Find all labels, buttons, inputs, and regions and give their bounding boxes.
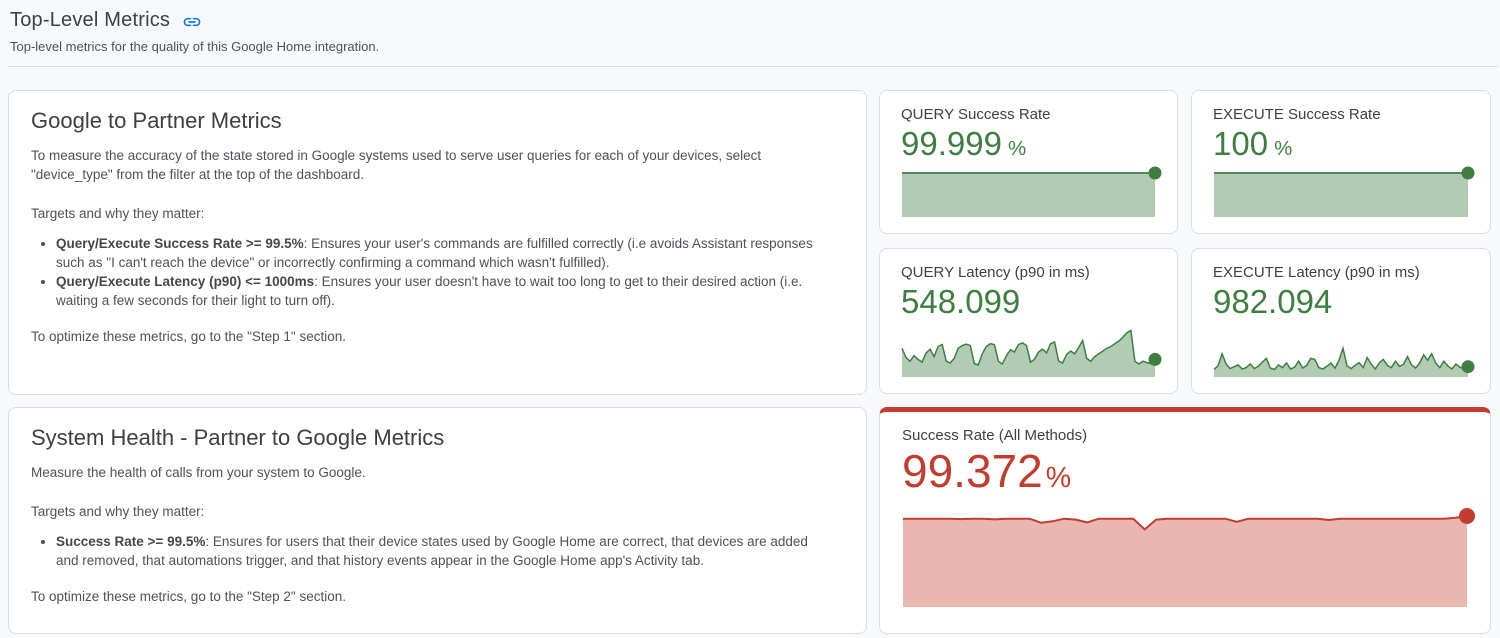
card-footer-note: To optimize these metrics, go to the "St… bbox=[31, 587, 844, 606]
card-title: System Health - Partner to Google Metric… bbox=[31, 425, 844, 451]
metric-value: 100% bbox=[1213, 126, 1469, 163]
metric-grid: QUERY Success Rate 99.999% EXECUTE Succe… bbox=[879, 90, 1491, 394]
all-methods-success-rate-sparkline bbox=[902, 514, 1468, 607]
card-footer-note: To optimize these metrics, go to the "St… bbox=[31, 327, 844, 346]
metric-label: Success Rate (All Methods) bbox=[902, 427, 1468, 444]
metrics-column: QUERY Success Rate 99.999% EXECUTE Succe… bbox=[879, 90, 1491, 634]
metric-unit: % bbox=[1008, 137, 1026, 160]
info-column: Google to Partner Metrics To measure the… bbox=[8, 90, 867, 634]
metric-label: EXECUTE Success Rate bbox=[1213, 106, 1469, 123]
metric-unit: % bbox=[1046, 462, 1071, 494]
metric-label: QUERY Latency (p90 in ms) bbox=[901, 264, 1156, 281]
execute-success-rate-sparkline bbox=[1213, 171, 1469, 217]
metric-unit: % bbox=[1274, 137, 1292, 160]
metric-value: 99.999% bbox=[901, 126, 1156, 163]
metric-card-execute-latency: EXECUTE Latency (p90 in ms) 982.094 bbox=[1191, 248, 1491, 394]
metric-card-query-latency: QUERY Latency (p90 in ms) 548.099 bbox=[879, 248, 1178, 394]
targets-label: Targets and why they matter: bbox=[31, 502, 844, 521]
anchor-link-icon[interactable] bbox=[182, 12, 202, 32]
targets-list: Success Rate >= 99.5%: Ensures for users… bbox=[31, 532, 831, 570]
list-item: Success Rate >= 99.5%: Ensures for users… bbox=[56, 532, 831, 570]
page-subtitle: Top-level metrics for the quality of thi… bbox=[10, 39, 1488, 54]
card-intro: To measure the accuracy of the state sto… bbox=[31, 146, 844, 184]
metric-label: EXECUTE Latency (p90 in ms) bbox=[1213, 264, 1469, 281]
targets-label: Targets and why they matter: bbox=[31, 204, 844, 223]
query-latency-sparkline bbox=[901, 327, 1156, 377]
metric-card-all-methods-success-rate: Success Rate (All Methods) 99.372% bbox=[879, 407, 1491, 634]
metric-value: 99.372% bbox=[902, 446, 1468, 498]
metric-card-query-success-rate: QUERY Success Rate 99.999% bbox=[879, 90, 1178, 234]
list-item: Query/Execute Success Rate >= 99.5%: Ens… bbox=[56, 234, 831, 272]
card-system-health-metrics: System Health - Partner to Google Metric… bbox=[8, 407, 867, 634]
card-title: Google to Partner Metrics bbox=[31, 108, 844, 134]
card-intro: Measure the health of calls from your sy… bbox=[31, 463, 844, 482]
metric-value: 982.094 bbox=[1213, 284, 1469, 321]
metric-label: QUERY Success Rate bbox=[901, 106, 1156, 123]
targets-list: Query/Execute Success Rate >= 99.5%: Ens… bbox=[31, 234, 831, 310]
card-google-to-partner-metrics: Google to Partner Metrics To measure the… bbox=[8, 90, 867, 395]
metric-card-execute-success-rate: EXECUTE Success Rate 100% bbox=[1191, 90, 1491, 234]
page-header: Top-Level Metrics Top-level metrics for … bbox=[0, 0, 1500, 54]
execute-latency-sparkline bbox=[1213, 327, 1469, 377]
metric-value: 548.099 bbox=[901, 284, 1156, 321]
list-item: Query/Execute Latency (p90) <= 1000ms: E… bbox=[56, 272, 831, 310]
query-success-rate-sparkline bbox=[901, 171, 1156, 217]
page-title: Top-Level Metrics bbox=[10, 9, 170, 32]
dashboard-body: Google to Partner Metrics To measure the… bbox=[0, 67, 1500, 634]
